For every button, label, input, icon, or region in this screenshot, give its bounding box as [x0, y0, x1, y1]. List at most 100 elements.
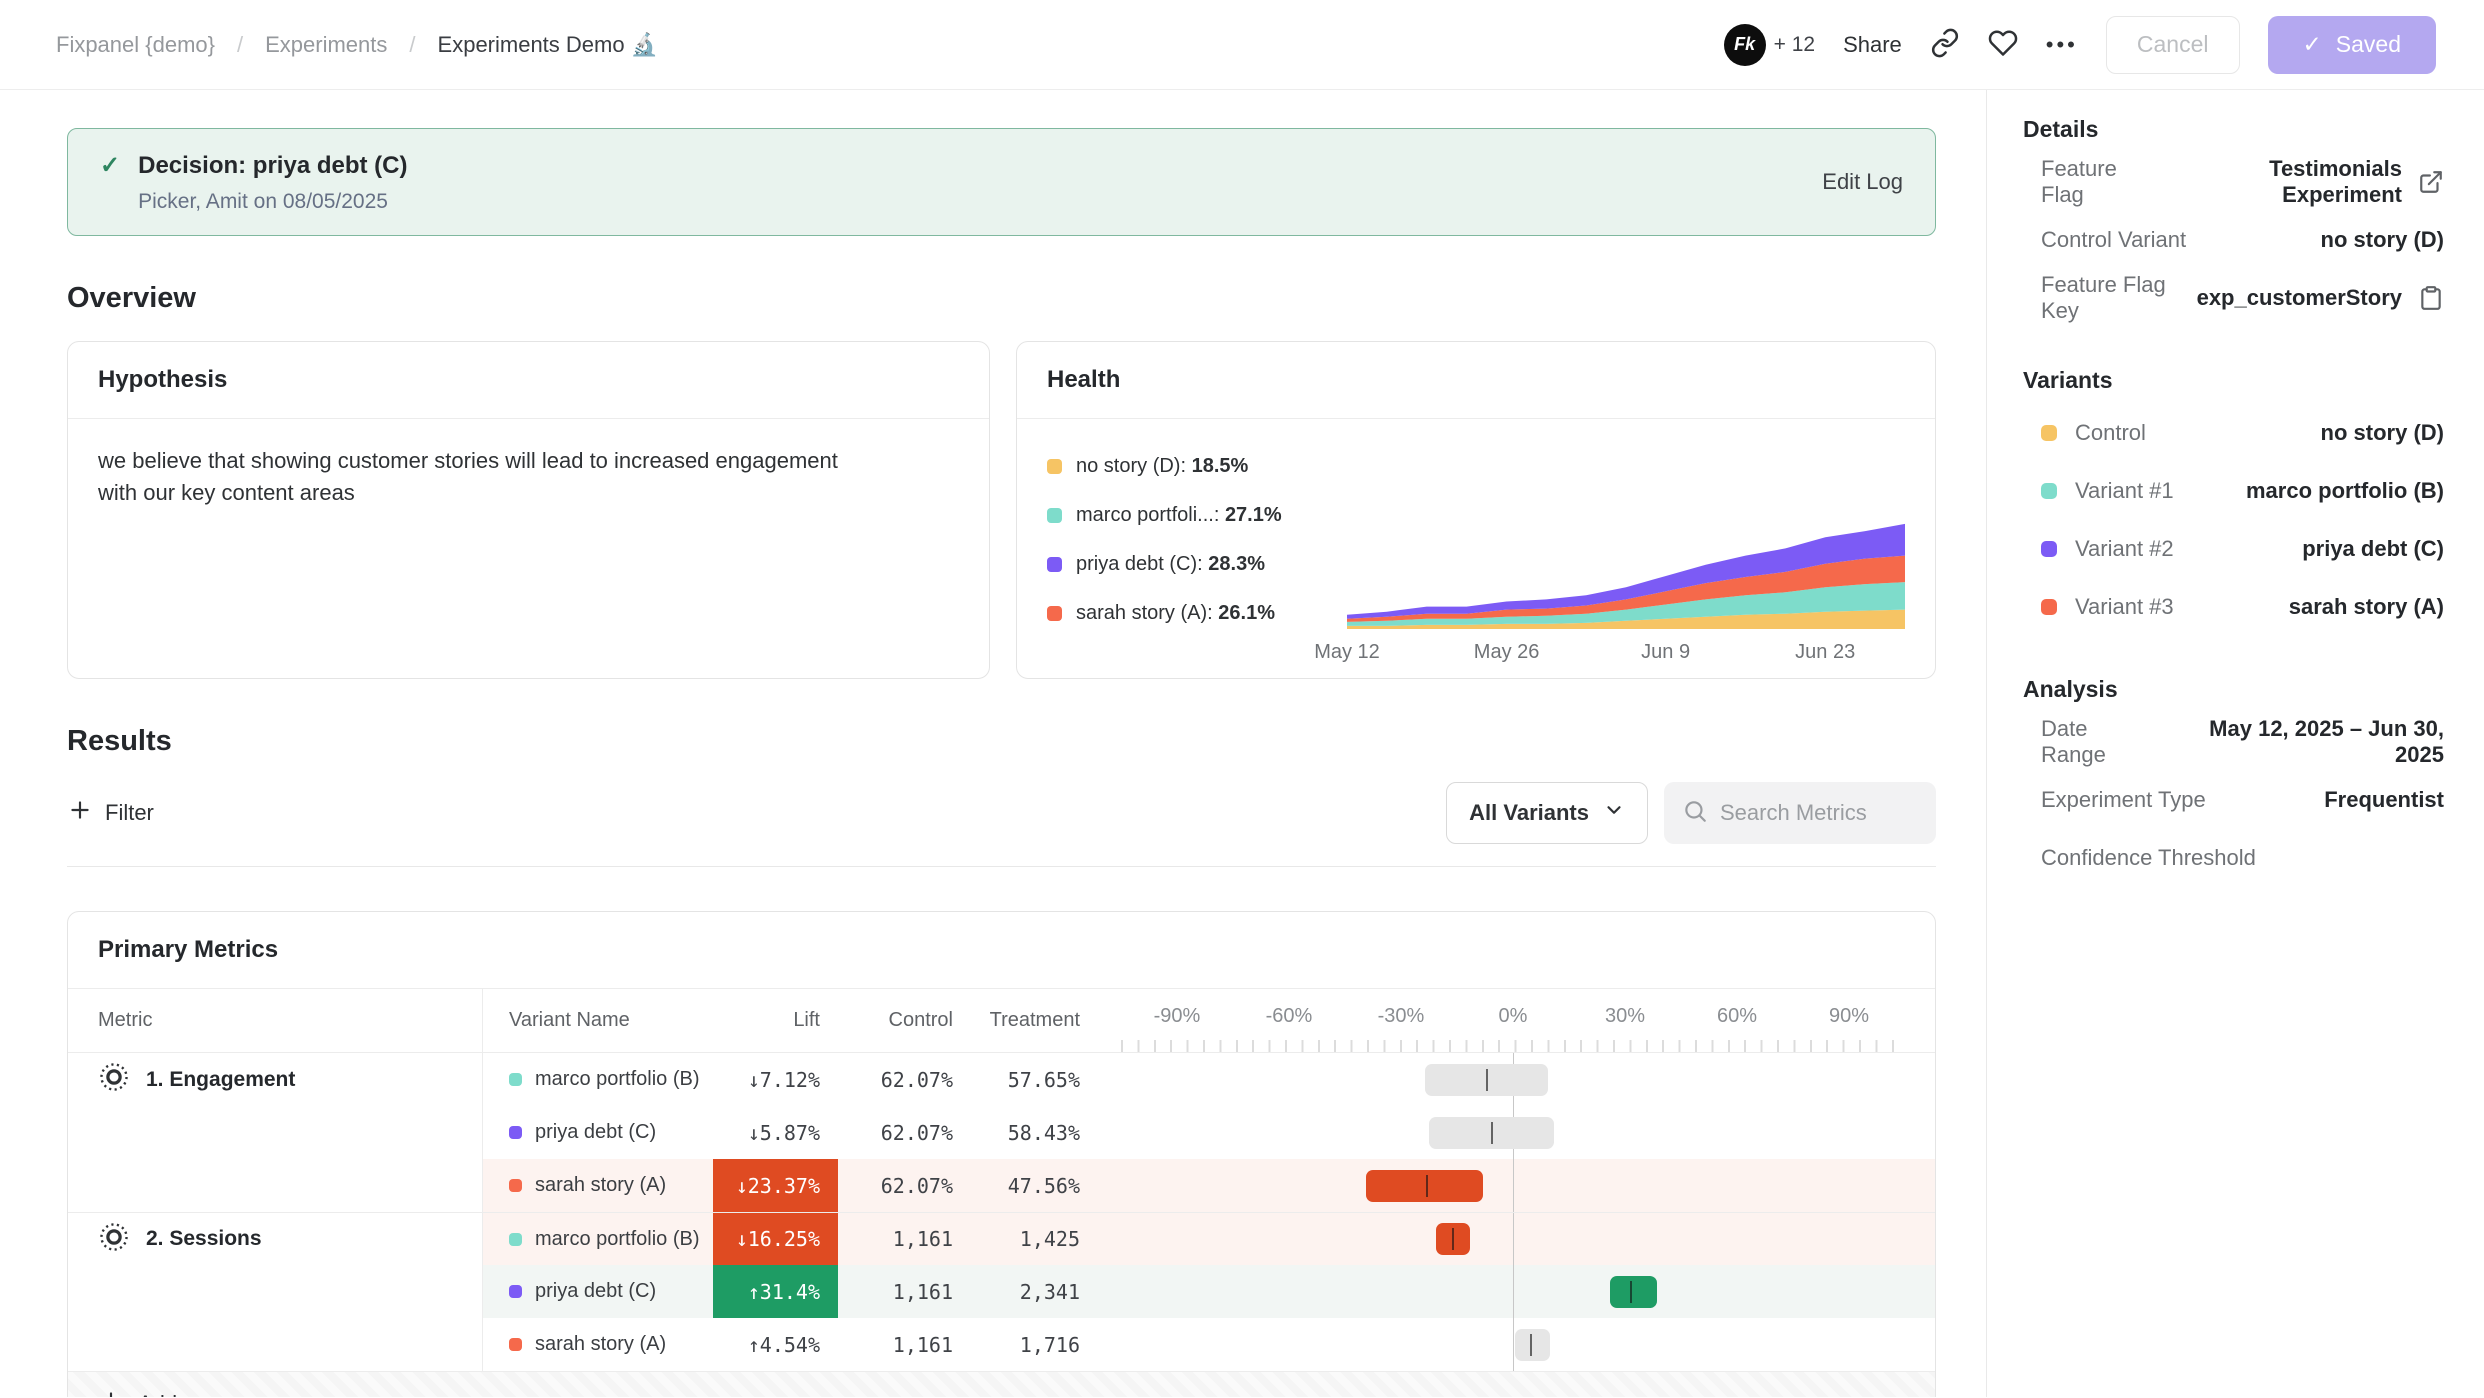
- variant-slot-name: Variant #3: [2075, 594, 2174, 620]
- analysis-value: May 12, 2025 – Jun 30, 2025: [2157, 716, 2444, 768]
- variant-cell: priya debt (C): [483, 1106, 713, 1159]
- zero-line: [1513, 1159, 1514, 1212]
- analysis-title: Analysis: [2023, 676, 2444, 703]
- x-axis-label: Jun 9: [1641, 641, 1690, 664]
- metric-cell[interactable]: 2. Sessions: [68, 1213, 483, 1265]
- hypothesis-title: Hypothesis: [98, 366, 959, 394]
- favorite-button[interactable]: [1988, 28, 2018, 61]
- lift-cell: ↑4.54%: [713, 1318, 838, 1371]
- topbar: Fixpanel {demo} / Experiments / Experime…: [0, 0, 2484, 90]
- confidence-interval-cell: [1098, 1318, 1935, 1371]
- detail-value: exp_customerStory: [2197, 285, 2444, 311]
- breadcrumb-project[interactable]: Fixpanel {demo}: [56, 32, 215, 58]
- variants-section: Variants Controlno story (D)Variant #1ma…: [2023, 367, 2444, 636]
- analysis-label: Date Range: [2041, 716, 2157, 768]
- variant-value: marco portfolio (B): [2246, 478, 2444, 504]
- control-value: 1,161: [838, 1318, 971, 1371]
- variant-slot-name: Variant #2: [2075, 536, 2174, 562]
- decision-title: Decision: priya debt (C): [138, 149, 407, 183]
- search-metrics-input[interactable]: [1720, 800, 1918, 826]
- share-button[interactable]: Share: [1843, 32, 1902, 58]
- variant-color-chip: [509, 1179, 522, 1192]
- variant-color-chip: [509, 1285, 522, 1298]
- legend-color-chip: [1047, 508, 1062, 523]
- variant-row: Variant #1 marco portfolio (B): [2023, 462, 2444, 520]
- decision-byline: Picker, Amit on 08/05/2025: [138, 190, 407, 214]
- table-row: priya debt (C)↓5.87%62.07%58.43%: [68, 1106, 1935, 1159]
- plus-icon: [98, 1388, 124, 1398]
- ci-plot-area: [1121, 1106, 1905, 1159]
- metric-icon: [98, 1221, 130, 1258]
- breadcrumb-current: Experiments Demo 🔬: [438, 32, 659, 58]
- metric-name: 2. Sessions: [146, 1227, 262, 1251]
- add-metric-button[interactable]: Add: [68, 1371, 1935, 1397]
- ci-plot-area: [1121, 1159, 1905, 1212]
- health-x-axis: May 12May 26Jun 9Jun 23: [1347, 631, 1905, 667]
- saved-button[interactable]: ✓ Saved: [2268, 16, 2437, 74]
- overview-title: Overview: [67, 282, 1936, 315]
- lift-cell: ↓7.12%: [713, 1053, 838, 1106]
- hypothesis-card: Hypothesis we believe that showing custo…: [67, 341, 990, 679]
- lift-cell: ↓16.25%: [713, 1213, 838, 1265]
- primary-metrics-card: Primary Metrics Metric Variant Name Lift…: [67, 911, 1936, 1397]
- variant-slot-label: Variant #1: [2041, 478, 2174, 504]
- ci-center-tick: [1630, 1281, 1632, 1303]
- analysis-row: Date RangeMay 12, 2025 – Jun 30, 2025: [2023, 713, 2444, 771]
- ci-bar: [1515, 1329, 1550, 1361]
- collaborator-count[interactable]: + 12: [1774, 33, 1815, 57]
- saved-label: Saved: [2336, 31, 2401, 58]
- detail-row: Feature Flag Keyexp_customerStory: [2023, 269, 2444, 327]
- legend-label: sarah story (A): 26.1%: [1076, 602, 1275, 625]
- variant-color-chip: [509, 1233, 522, 1246]
- edit-log-button[interactable]: Edit Log: [1822, 169, 1903, 195]
- treatment-value: 1,425: [971, 1213, 1098, 1265]
- detail-value-text: Testimonials Experiment: [2159, 156, 2402, 208]
- detail-value-text: no story (D): [2321, 227, 2444, 253]
- variant-color-chip: [2041, 541, 2057, 557]
- treatment-value: 1,716: [971, 1318, 1098, 1371]
- cancel-button[interactable]: Cancel: [2106, 16, 2240, 74]
- health-area-chart: May 12May 26Jun 9Jun 23: [1347, 437, 1905, 681]
- external-link-icon[interactable]: [2418, 169, 2444, 195]
- add-filter-button[interactable]: Filter: [67, 797, 154, 829]
- axis-tick-label: 30%: [1605, 1005, 1645, 1028]
- search-metrics-box: [1664, 782, 1936, 844]
- table-row: 2. Sessionsmarco portfolio (B)↓16.25%1,1…: [68, 1212, 1935, 1265]
- ci-plot-area: [1121, 1265, 1905, 1318]
- zero-line: [1513, 1265, 1514, 1318]
- copy-link-button[interactable]: [1930, 28, 1960, 61]
- breadcrumb-experiments[interactable]: Experiments: [265, 32, 387, 58]
- more-button[interactable]: •••: [2046, 32, 2078, 58]
- analysis-section: Analysis Date RangeMay 12, 2025 – Jun 30…: [2023, 676, 2444, 887]
- axis-tick-label: -90%: [1154, 1005, 1201, 1028]
- detail-row: Control Variant no story (D): [2023, 211, 2444, 269]
- lift-cell: ↑31.4%: [713, 1265, 838, 1318]
- legend-item: sarah story (A): 26.1%: [1047, 602, 1347, 625]
- heart-icon: [1988, 28, 2018, 61]
- detail-value-text: exp_customerStory: [2197, 285, 2402, 311]
- ci-bar: [1610, 1276, 1657, 1308]
- control-value: 62.07%: [838, 1159, 971, 1212]
- treatment-value: 2,341: [971, 1265, 1098, 1318]
- axis-tick-label: 60%: [1717, 1005, 1757, 1028]
- variant-row: Variant #3sarah story (A): [2023, 578, 2444, 636]
- col-lift: Lift: [713, 989, 838, 1052]
- treatment-value: 47.56%: [971, 1159, 1098, 1212]
- axis-ruler: [1121, 1040, 1905, 1052]
- clipboard-icon[interactable]: [2418, 285, 2444, 311]
- breadcrumb: Fixpanel {demo} / Experiments / Experime…: [56, 32, 658, 58]
- avatar[interactable]: Fk: [1724, 24, 1766, 66]
- decision-banner: ✓ Decision: priya debt (C) Picker, Amit …: [67, 128, 1936, 236]
- variant-slot-name: Variant #1: [2075, 478, 2174, 504]
- analysis-row: Experiment TypeFrequentist: [2023, 771, 2444, 829]
- variant-slot-label: Variant #2: [2041, 536, 2174, 562]
- metric-icon: [98, 1061, 130, 1098]
- variant-name: priya debt (C): [535, 1121, 656, 1144]
- metric-cell[interactable]: 1. Engagement: [68, 1053, 483, 1106]
- variant-color-chip: [509, 1126, 522, 1139]
- col-treatment: Treatment: [971, 989, 1098, 1052]
- lift-cell: ↓5.87%: [713, 1106, 838, 1159]
- detail-label: Control Variant: [2041, 227, 2186, 253]
- variants-dropdown[interactable]: All Variants: [1446, 782, 1648, 844]
- variant-row: Controlno story (D): [2023, 404, 2444, 462]
